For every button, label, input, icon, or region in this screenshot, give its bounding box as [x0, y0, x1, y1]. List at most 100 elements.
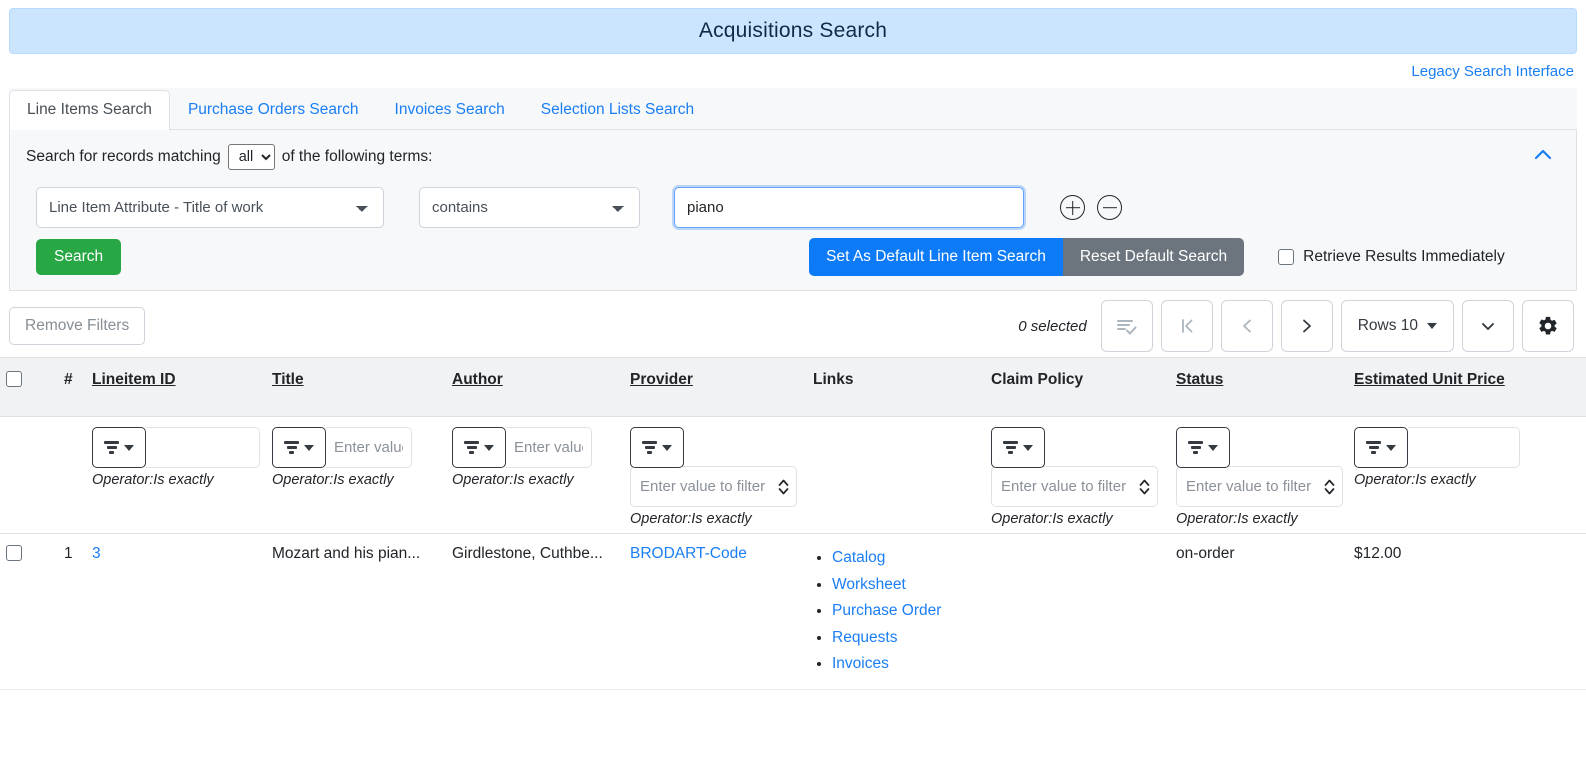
link-purchase-order[interactable]: Purchase Order — [832, 602, 941, 619]
filter-operator-button-claim-policy[interactable] — [991, 427, 1045, 468]
match-mode-select[interactable]: all — [227, 144, 275, 170]
retrieve-results-immediately-label: Retrieve Results Immediately — [1303, 248, 1505, 265]
prev-page-button[interactable] — [1220, 300, 1273, 352]
select-rows-list-check-icon[interactable] — [1100, 300, 1153, 352]
column-label-author[interactable]: Author — [452, 371, 503, 388]
results-toolbar: Remove Filters 0 selected Rows 10 — [0, 291, 1586, 357]
retrieve-results-immediately-checkbox[interactable] — [1278, 249, 1295, 265]
provider-link[interactable]: BRODART-Code — [630, 545, 747, 562]
remove-filters-button[interactable]: Remove Filters — [9, 307, 146, 345]
reset-default-search-button[interactable]: Reset Default Search — [1062, 238, 1245, 276]
filter-input-status[interactable] — [1176, 466, 1343, 507]
search-value-input[interactable] — [672, 185, 1026, 230]
remove-term-minus-circle-icon[interactable] — [1097, 195, 1122, 220]
select-all-checkbox[interactable] — [6, 371, 22, 387]
filter-cell-number — [58, 416, 86, 534]
link-requests[interactable]: Requests — [832, 629, 897, 646]
collapse-panel-chevron-up-icon[interactable] — [1532, 144, 1554, 166]
first-page-button[interactable] — [1160, 300, 1213, 352]
row-claim-policy-cell — [985, 533, 1170, 690]
column-header-status[interactable]: Status — [1170, 357, 1348, 417]
filter-cell-provider: Operator:Is exactly — [624, 416, 807, 534]
page-title-banner: Acquisitions Search — [9, 8, 1577, 54]
filter-icon — [1366, 441, 1381, 454]
retrieve-immediately-wrap: Retrieve Results Immediately — [1278, 248, 1505, 266]
column-header-author[interactable]: Author — [446, 357, 624, 417]
table-row[interactable]: 1 3 Mozart and his pian... Girdlestone, … — [0, 533, 1586, 690]
filter-operator-button-title[interactable] — [272, 427, 326, 468]
link-worksheet[interactable]: Worksheet — [832, 576, 906, 593]
filter-operator-label-author: Operator:Is exactly — [452, 472, 574, 488]
column-label-status[interactable]: Status — [1176, 371, 1223, 388]
filter-operator-button-estimated-unit-price[interactable] — [1354, 427, 1408, 468]
filter-operator-button-author[interactable] — [452, 427, 506, 468]
tab-purchase-orders-search[interactable]: Purchase Orders Search — [170, 90, 377, 129]
filter-icon — [464, 441, 479, 454]
filter-operator-button-status[interactable] — [1176, 427, 1230, 468]
add-term-plus-circle-icon[interactable] — [1060, 195, 1085, 220]
rows-per-page-label: Rows 10 — [1357, 317, 1418, 334]
list-item: Worksheet — [832, 572, 979, 598]
filter-cell-author: Operator:Is exactly — [446, 416, 624, 534]
row-select-checkbox[interactable] — [6, 545, 22, 561]
filter-operator-label-title: Operator:Is exactly — [272, 472, 394, 488]
search-operator-select[interactable]: contains — [419, 187, 640, 228]
tab-invoices-search[interactable]: Invoices Search — [377, 90, 523, 129]
pagination-controls: Rows 10 — [1100, 300, 1574, 352]
link-invoices[interactable]: Invoices — [832, 655, 889, 672]
caret-down-icon — [662, 444, 672, 451]
chevron-down-icon — [1482, 323, 1494, 330]
list-item: Invoices — [832, 651, 979, 677]
filter-cell-estimated-unit-price: Operator:Is exactly — [1348, 416, 1586, 534]
gear-icon — [1539, 316, 1557, 335]
grid-settings-button[interactable] — [1522, 300, 1574, 352]
acquisitions-search-page: Acquisitions Search Legacy Search Interf… — [0, 8, 1586, 768]
list-item: Requests — [832, 625, 979, 651]
more-options-button[interactable] — [1462, 300, 1514, 352]
filter-input-title[interactable] — [326, 427, 412, 468]
column-header-lineitem-id[interactable]: Lineitem ID — [86, 357, 266, 417]
filter-operator-button-provider[interactable] — [630, 427, 684, 468]
row-title-cell: Mozart and his pian... — [266, 533, 446, 690]
filter-icon — [1003, 441, 1018, 454]
filter-input-lineitem-id[interactable] — [146, 427, 260, 468]
filter-input-author[interactable] — [506, 427, 592, 468]
filter-operator-button-lineitem-id[interactable] — [92, 427, 146, 468]
filter-cell-links — [807, 416, 985, 534]
filter-input-estimated-unit-price[interactable] — [1408, 427, 1520, 468]
tab-line-items-search[interactable]: Line Items Search — [9, 89, 170, 130]
tab-selection-lists-search[interactable]: Selection Lists Search — [523, 90, 712, 129]
rows-per-page-button[interactable]: Rows 10 — [1340, 300, 1454, 352]
filter-cell-lineitem-id: Operator:Is exactly — [86, 416, 266, 534]
search-button[interactable]: Search — [36, 239, 122, 275]
column-label-lineitem-id[interactable]: Lineitem ID — [92, 371, 176, 388]
search-tabs: Line Items Search Purchase Orders Search… — [9, 88, 1577, 130]
matching-suffix-label: of the following terms: — [281, 148, 433, 165]
legacy-search-interface-link[interactable]: Legacy Search Interface — [1411, 63, 1574, 80]
row-lineitem-id-cell: 3 — [86, 533, 266, 690]
column-label-estimated-unit-price[interactable]: Estimated Unit Price — [1354, 371, 1505, 388]
lineitem-id-link[interactable]: 3 — [92, 545, 101, 562]
column-header-estimated-unit-price[interactable]: Estimated Unit Price — [1348, 357, 1586, 417]
next-page-button[interactable] — [1280, 300, 1333, 352]
list-item: Purchase Order — [832, 598, 979, 624]
row-status-cell: on-order — [1170, 533, 1348, 690]
filter-operator-label-estimated-unit-price: Operator:Is exactly — [1354, 472, 1476, 488]
column-header-title[interactable]: Title — [266, 357, 446, 417]
next-page-icon — [1302, 319, 1311, 333]
column-header-claim-policy: Claim Policy — [985, 357, 1170, 417]
link-catalog[interactable]: Catalog — [832, 549, 885, 566]
row-estimated-unit-price-cell: $12.00 — [1348, 533, 1586, 690]
row-select-cell — [0, 533, 58, 690]
column-label-title[interactable]: Title — [272, 371, 304, 388]
row-provider-cell: BRODART-Code — [624, 533, 807, 690]
caret-down-icon — [1427, 323, 1437, 329]
filter-input-provider[interactable] — [630, 466, 797, 507]
column-header-provider[interactable]: Provider — [624, 357, 807, 417]
caret-down-icon — [484, 444, 494, 451]
search-field-select[interactable]: Line Item Attribute - Title of work — [36, 187, 384, 228]
filter-input-claim-policy[interactable] — [991, 466, 1158, 507]
set-default-search-button[interactable]: Set As Default Line Item Search — [809, 238, 1063, 276]
column-label-provider[interactable]: Provider — [630, 371, 693, 388]
first-page-icon — [1181, 319, 1193, 333]
